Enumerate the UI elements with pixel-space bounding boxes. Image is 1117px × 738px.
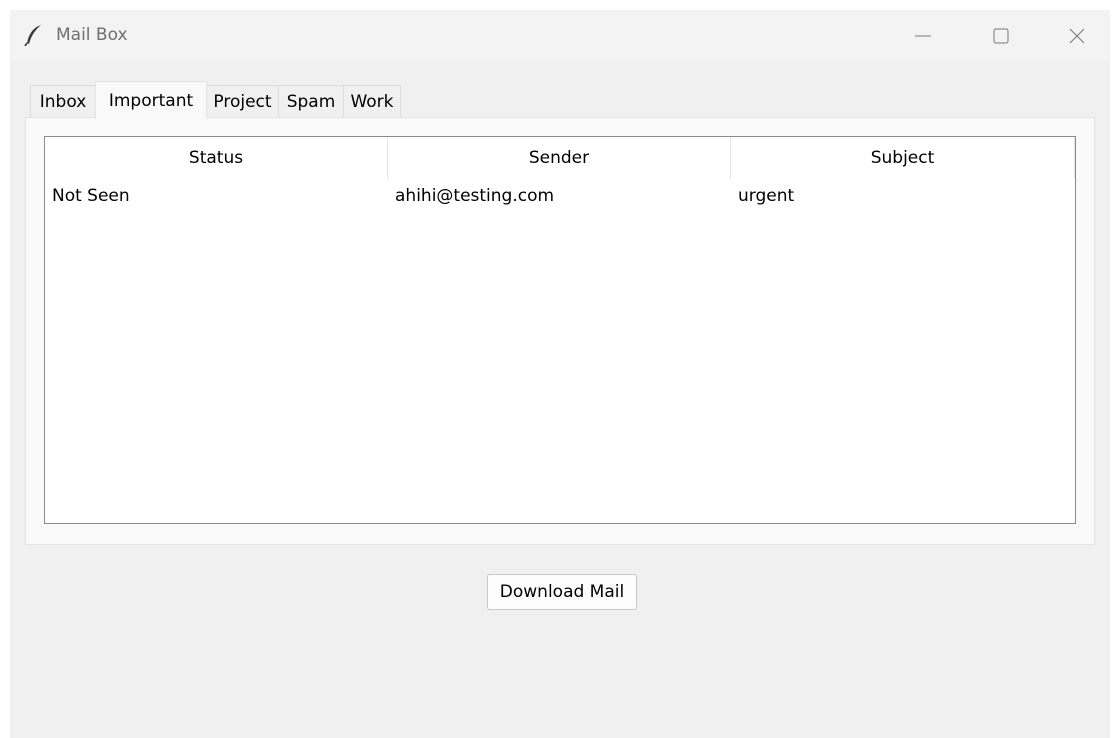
cell-sender: ahihi@testing.com [395,186,555,206]
title-bar[interactable]: Mail Box [10,10,1110,62]
column-header-status[interactable]: Status [45,137,388,179]
mail-table[interactable]: Status Sender Subject Not Seen ahihi@tes… [44,136,1076,524]
mail-box-window: Mail Box Inbox Important Project Spam Wo… [10,10,1110,738]
minimize-icon [915,35,931,37]
close-button[interactable] [1044,10,1110,62]
tab-project[interactable]: Project [206,85,279,118]
feather-icon [24,24,44,47]
tab-work[interactable]: Work [343,85,401,118]
minimize-button[interactable] [890,10,956,62]
column-header-subject[interactable]: Subject [731,137,1075,179]
cell-status: Not Seen [52,186,130,206]
maximize-button[interactable] [968,10,1034,62]
cell-subject: urgent [738,186,795,206]
table-header: Status Sender Subject [45,137,1075,179]
table-row[interactable]: Not Seen ahihi@testing.com urgent [45,181,1075,211]
tab-important[interactable]: Important [95,81,207,119]
tab-inbox[interactable]: Inbox [30,85,96,118]
maximize-icon [993,28,1009,44]
tab-spam[interactable]: Spam [278,85,344,118]
close-icon [1069,28,1085,44]
download-mail-button[interactable]: Download Mail [487,574,637,610]
column-header-sender[interactable]: Sender [388,137,731,179]
window-title: Mail Box [56,25,128,45]
tab-panel-important: Status Sender Subject Not Seen ahihi@tes… [25,117,1095,545]
